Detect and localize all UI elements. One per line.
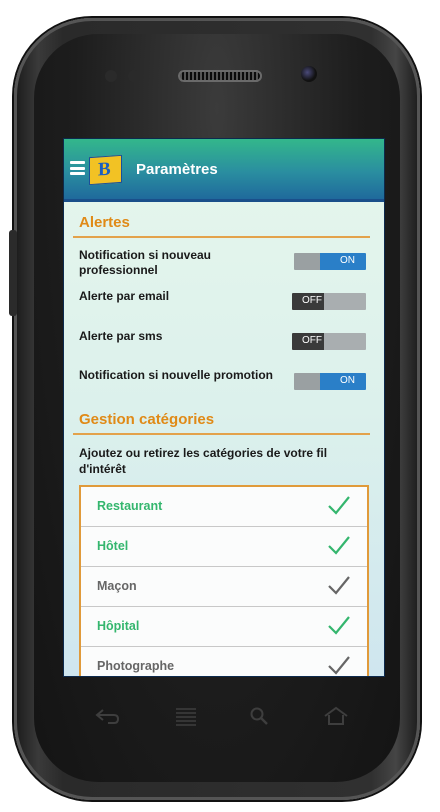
- home-icon[interactable]: [323, 706, 349, 726]
- category-name: Hôpital: [97, 619, 140, 633]
- setting-label: Notification si nouvelle promotion: [79, 368, 274, 382]
- category-item-photographe[interactable]: Photographe: [81, 647, 367, 676]
- categories-description: Ajoutez ou retirez les catégories de vot…: [79, 446, 328, 476]
- check-icon[interactable]: [327, 615, 351, 635]
- categories-section-title: Gestion catégories: [79, 411, 215, 428]
- categories-header: Gestion catégories: [64, 411, 384, 435]
- light-sensor: [128, 70, 140, 82]
- alerts-divider: [73, 236, 370, 238]
- hamburger-icon[interactable]: [70, 161, 85, 175]
- setting-label: Alerte par email: [79, 289, 170, 303]
- check-icon[interactable]: [327, 535, 351, 555]
- category-list: Restaurant Hôtel Maçon Hôpital Photograp…: [79, 485, 369, 676]
- alerts-section-title: Alertes: [79, 214, 130, 231]
- categories-divider: [73, 433, 370, 435]
- toggle-state-label: ON: [340, 255, 355, 266]
- back-icon[interactable]: [94, 707, 120, 725]
- category-item-hotel[interactable]: Hôtel: [81, 527, 367, 567]
- menu-icon[interactable]: [174, 706, 198, 728]
- setting-label: Alerte par sms: [79, 329, 163, 343]
- proximity-sensor: [105, 70, 117, 82]
- setting-label: Notification si nouveau professionnel: [79, 248, 212, 277]
- toggle-switch[interactable]: OFF: [292, 293, 366, 310]
- search-icon[interactable]: [249, 706, 269, 726]
- toggle-switch[interactable]: ON: [294, 253, 366, 270]
- toggle-state-label: ON: [340, 375, 355, 386]
- category-item-hopital[interactable]: Hôpital: [81, 607, 367, 647]
- toggle-switch[interactable]: ON: [294, 373, 366, 390]
- check-icon[interactable]: [327, 495, 351, 515]
- volume-button: [9, 230, 17, 316]
- category-name: Restaurant: [97, 499, 163, 513]
- page-title: Paramètres: [136, 161, 218, 178]
- toggle-switch[interactable]: OFF: [292, 333, 366, 350]
- toggle-state-label: OFF: [302, 295, 322, 306]
- app-screen: Paramètres Alertes Notification si nouve…: [63, 138, 385, 677]
- app-logo-icon: [89, 154, 122, 186]
- earpiece-speaker: [178, 70, 262, 82]
- category-name: Hôtel: [97, 539, 129, 553]
- category-item-restaurant[interactable]: Restaurant: [81, 487, 367, 527]
- check-icon[interactable]: [327, 575, 351, 595]
- front-camera: [301, 66, 317, 82]
- category-item-macon[interactable]: Maçon: [81, 567, 367, 607]
- check-icon[interactable]: [327, 655, 351, 675]
- toggle-state-label: OFF: [302, 335, 322, 346]
- app-bar: Paramètres: [64, 139, 384, 202]
- category-name: Photographe: [97, 659, 175, 673]
- category-name: Maçon: [97, 579, 137, 593]
